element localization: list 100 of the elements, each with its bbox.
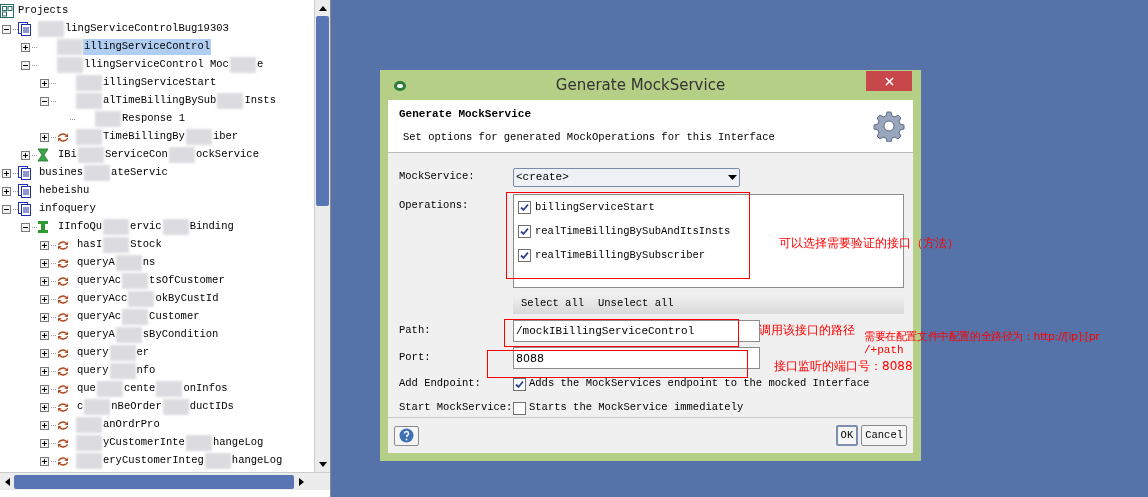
tree-item-label[interactable]: busines xyxy=(38,165,85,181)
redaction-patch xyxy=(156,381,183,397)
expand-toggle[interactable] xyxy=(40,258,49,268)
app-logo-icon xyxy=(393,79,407,92)
mockservice-dropdown[interactable]: <create> xyxy=(513,167,740,187)
tree-item-label[interactable]: queryA xyxy=(76,327,116,343)
tree-item-label[interactable]: alTimeBillingBySub xyxy=(102,93,218,109)
tree-item-label[interactable]: Customer xyxy=(148,309,201,325)
tree-item-label[interactable]: llingServiceControl Moc xyxy=(83,57,230,73)
checkbox[interactable] xyxy=(518,201,531,215)
tree-item-label[interactable]: eryCustomerInteg xyxy=(102,453,205,469)
tree-item-label[interactable]: infoquery xyxy=(38,201,97,217)
tree-item-label[interactable]: query xyxy=(76,363,110,379)
expand-toggle[interactable] xyxy=(21,42,30,52)
expand-toggle[interactable] xyxy=(21,150,30,160)
path-field[interactable]: /mockIBillingServiceControl xyxy=(513,320,760,342)
port-field[interactable]: 8088 xyxy=(513,347,760,369)
tree-item-label[interactable]: Stock xyxy=(129,237,163,253)
tree-item-label[interactable]: iber xyxy=(211,129,240,145)
expand-toggle[interactable] xyxy=(40,276,49,286)
tree-item-label[interactable]: nBeOrder xyxy=(110,399,163,415)
unselect-all-link[interactable]: Unselect all xyxy=(598,295,674,312)
redaction-patch xyxy=(109,345,136,361)
tree-item-label[interactable]: cente xyxy=(122,381,157,397)
checkbox-label[interactable]: Adds the MockServices endpoint to the mocked Interface xyxy=(529,376,870,392)
tree-item-label[interactable]: hasI xyxy=(76,237,104,253)
expand-toggle[interactable] xyxy=(40,420,49,430)
collapse-toggle[interactable] xyxy=(21,60,30,70)
tree-item-label[interactable]: IInfoQu xyxy=(57,219,104,235)
tree-item-label[interactable]: queryA xyxy=(76,255,116,271)
expand-toggle[interactable] xyxy=(40,240,49,250)
tree-item-label[interactable]: TimeBillingBy xyxy=(102,129,186,145)
cycle-arrows-icon xyxy=(56,418,70,432)
tree-root-label[interactable]: Projects xyxy=(18,3,69,19)
tree-item-label[interactable]: queryAc xyxy=(76,309,123,325)
tree-item-label[interactable]: ductIDs xyxy=(188,399,235,415)
collapse-toggle[interactable] xyxy=(40,96,49,106)
expand-toggle[interactable] xyxy=(40,366,49,376)
tree-item-label[interactable]: onInfos xyxy=(182,381,229,397)
tree-item-label[interactable]: tsOfCustomer xyxy=(148,273,226,289)
expand-toggle[interactable] xyxy=(40,438,49,448)
tree-item-label[interactable]: lingServiceControlBug19303 xyxy=(64,21,230,37)
tree-item-label[interactable]: er xyxy=(135,345,151,361)
expand-toggle[interactable] xyxy=(2,168,11,178)
checkbox[interactable] xyxy=(518,225,531,239)
tree-item-label[interactable]: Binding xyxy=(188,219,235,235)
tree-item-label[interactable]: ockService xyxy=(194,147,260,163)
tree-item-label[interactable]: yCustomerInte xyxy=(102,435,186,451)
tree-item-label[interactable]: hebeishu xyxy=(38,183,91,199)
expand-toggle[interactable] xyxy=(40,456,49,466)
tree-item-label[interactable]: nfo xyxy=(135,363,157,379)
redaction-patch xyxy=(122,273,149,289)
tree-item-label[interactable]: Insts xyxy=(243,93,277,109)
expand-toggle[interactable] xyxy=(40,402,49,412)
tree-item-label[interactable]: IBi xyxy=(57,147,78,163)
redaction-patch xyxy=(103,219,130,235)
tree-item-label[interactable]: sByCondition xyxy=(141,327,220,343)
expand-toggle[interactable] xyxy=(40,330,49,340)
tree-item-label[interactable]: Response 1 xyxy=(121,111,186,127)
expand-toggle[interactable] xyxy=(2,186,11,196)
operation-label[interactable]: realTimeBillingBySubscriber xyxy=(535,247,706,264)
tree-item-label[interactable]: hangeLog xyxy=(211,435,265,451)
tree-item-label[interactable]: query xyxy=(76,345,110,361)
expand-toggle[interactable] xyxy=(40,348,49,358)
expand-toggle[interactable] xyxy=(40,294,49,304)
tree-item-label[interactable]: okByCustId xyxy=(154,291,220,307)
tree-item-label[interactable]: ServiceCon xyxy=(103,147,169,163)
horizontal-scrollbar[interactable] xyxy=(0,472,330,490)
close-button[interactable] xyxy=(866,71,912,91)
help-button[interactable] xyxy=(394,425,419,446)
tree-item-label[interactable]: queryAc xyxy=(76,273,123,289)
tree-item-label[interactable]: c xyxy=(76,399,85,415)
tree-item-label[interactable]: ervic xyxy=(129,219,163,235)
operation-label[interactable]: realTimeBillingBySubAndItsInsts xyxy=(535,223,731,240)
operation-label[interactable]: billingServiceStart xyxy=(535,200,655,216)
tree-item-label[interactable]: e xyxy=(255,57,265,73)
collapse-toggle[interactable] xyxy=(2,204,11,214)
checkbox[interactable] xyxy=(513,401,526,415)
tree-item-label[interactable]: anOrdrPro xyxy=(102,417,161,433)
expand-toggle[interactable] xyxy=(40,78,49,88)
expand-toggle[interactable] xyxy=(40,312,49,322)
expand-toggle[interactable] xyxy=(40,384,49,394)
ok-button[interactable]: OK xyxy=(835,425,859,446)
cycle-arrows-icon xyxy=(56,400,70,414)
cycle-arrows-icon xyxy=(56,364,70,378)
tree-item-label[interactable]: hangeLog xyxy=(230,453,284,469)
tree-item-label[interactable]: ns xyxy=(141,255,157,271)
collapse-toggle[interactable] xyxy=(21,222,30,232)
tree-item-label[interactable]: illingServiceStart xyxy=(102,75,218,91)
tree-item-label[interactable]: illingServiceControl xyxy=(83,39,212,55)
tree-item-label[interactable]: ateServic xyxy=(110,165,169,181)
tree-item-label[interactable]: queryAcc xyxy=(76,291,129,307)
select-all-link[interactable]: Select all xyxy=(521,295,584,312)
cancel-button[interactable]: Cancel xyxy=(861,425,907,446)
checkbox[interactable] xyxy=(518,248,531,262)
collapse-toggle[interactable] xyxy=(2,24,11,34)
checkbox-label[interactable]: Starts the MockService immediately xyxy=(529,400,744,416)
tree-item-label[interactable]: que xyxy=(76,381,97,397)
expand-toggle[interactable] xyxy=(40,132,49,142)
vertical-scrollbar[interactable] xyxy=(314,0,330,472)
